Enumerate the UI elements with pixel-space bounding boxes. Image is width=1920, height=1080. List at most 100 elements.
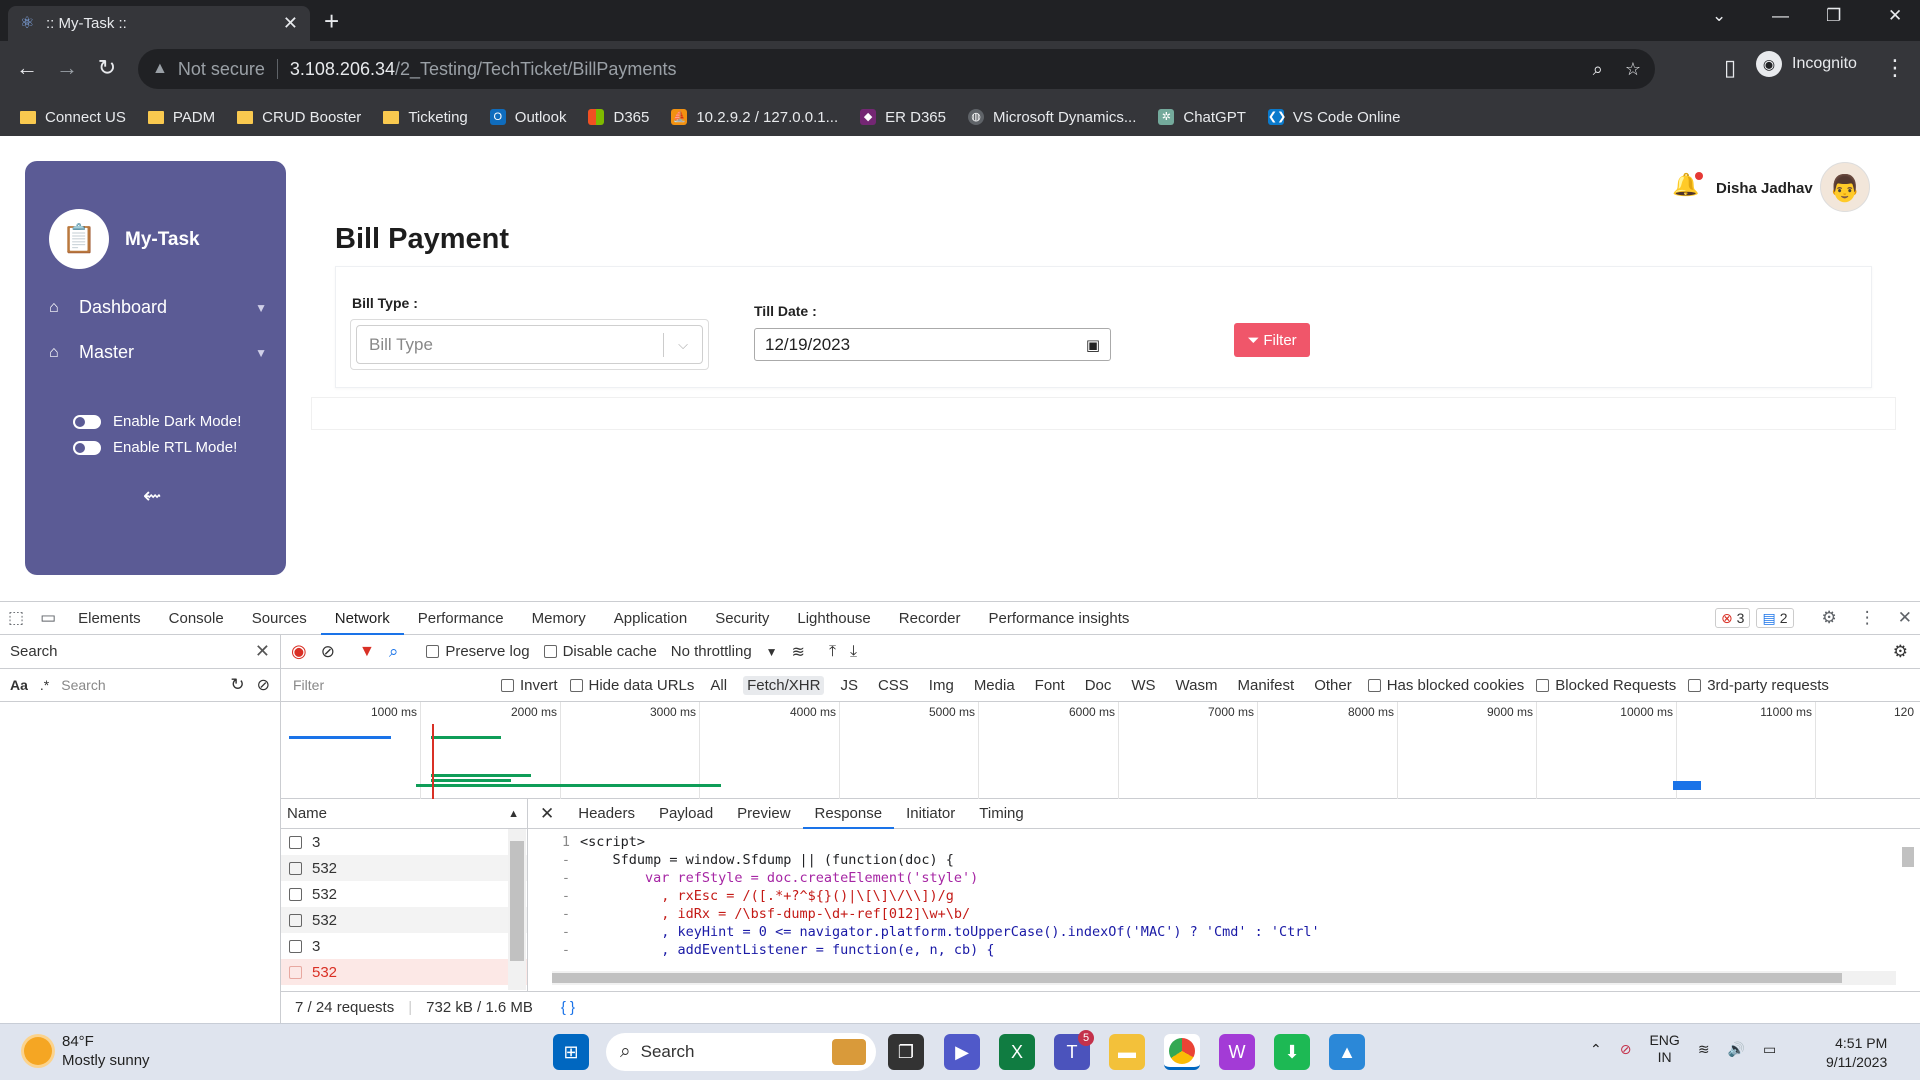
filter-type-other[interactable]: Other: [1310, 676, 1356, 695]
close-window-button[interactable]: ✕: [1888, 6, 1902, 26]
language[interactable]: ENG: [1649, 1032, 1679, 1049]
minimize-button[interactable]: —: [1772, 6, 1789, 26]
bookmark-er-d365[interactable]: ◆ ER D365: [860, 109, 946, 126]
filter-type-js[interactable]: JS: [836, 676, 862, 695]
refresh-icon[interactable]: ↻: [230, 675, 244, 695]
blocked-requests-checkbox[interactable]: Blocked Requests: [1536, 677, 1676, 694]
bookmark-vscode-online[interactable]: ❮❯ VS Code Online: [1267, 109, 1400, 126]
checkbox[interactable]: [289, 861, 302, 875]
hide-data-urls-checkbox[interactable]: Hide data URLs: [569, 677, 694, 694]
disable-cache-checkbox[interactable]: Disable cache: [543, 643, 657, 660]
filter-input[interactable]: Filter: [289, 673, 489, 697]
filter-type-doc[interactable]: Doc: [1081, 676, 1116, 695]
windows-start-icon[interactable]: ⊞: [553, 1034, 589, 1070]
filter-type-font[interactable]: Font: [1031, 676, 1069, 695]
zoom-icon[interactable]: ⌕: [1593, 59, 1603, 80]
checkbox[interactable]: [501, 678, 514, 692]
sidebar-item-dashboard[interactable]: ⌂ Dashboard ▼: [49, 297, 267, 318]
request-list-scrollbar[interactable]: [508, 829, 526, 990]
reload-button[interactable]: ↻: [92, 55, 122, 81]
excel-icon[interactable]: X: [999, 1034, 1035, 1070]
bookmark-phpmyadmin[interactable]: ⛵ 10.2.9.2 / 127.0.0.1...: [671, 109, 838, 126]
task-view-icon[interactable]: ❐: [888, 1034, 924, 1070]
collapse-sidebar-icon[interactable]: ⇜: [143, 483, 161, 509]
toggle-switch[interactable]: [73, 414, 101, 429]
close-detail-icon[interactable]: ✕: [528, 804, 566, 824]
region[interactable]: IN: [1649, 1049, 1679, 1066]
checkbox[interactable]: [543, 645, 557, 658]
detail-tab-response[interactable]: Response: [802, 799, 895, 829]
clock[interactable]: 4:51 PM 9/11/2023: [1826, 1034, 1887, 1072]
devtools-tab-console[interactable]: Console: [155, 602, 238, 635]
search-icon[interactable]: ⌕: [389, 642, 399, 662]
caret-down-icon[interactable]: ▼: [766, 645, 778, 659]
forward-button[interactable]: →: [52, 55, 82, 81]
filter-type-media[interactable]: Media: [970, 676, 1019, 695]
weather-widget[interactable]: 84°F Mostly sunny: [24, 1032, 150, 1070]
close-icon[interactable]: ✕: [255, 641, 270, 662]
network-settings-icon[interactable]: ⚙: [1893, 642, 1908, 662]
regex-button[interactable]: .*: [40, 677, 49, 693]
toggle-switch[interactable]: [73, 440, 101, 455]
detail-tab-preview[interactable]: Preview: [725, 799, 802, 829]
bookmark-chatgpt[interactable]: ✲ ChatGPT: [1158, 109, 1246, 126]
bookmark-outlook[interactable]: O Outlook: [489, 109, 566, 126]
not-secure-label[interactable]: Not secure: [178, 59, 265, 80]
devtools-tab-memory[interactable]: Memory: [518, 602, 600, 635]
bookmark-crud-booster[interactable]: CRUD Booster: [237, 109, 361, 126]
devtools-tab-recorder[interactable]: Recorder: [885, 602, 975, 635]
throttling-select[interactable]: No throttling: [671, 643, 752, 660]
match-case-button[interactable]: Aa: [10, 677, 28, 693]
download-manager-icon[interactable]: ⬇: [1274, 1034, 1310, 1070]
record-icon[interactable]: ◉: [291, 641, 307, 662]
devtools-tab-network[interactable]: Network: [320, 602, 404, 635]
checkbox[interactable]: [1367, 678, 1381, 692]
bell-icon[interactable]: 🔔: [1672, 172, 1704, 198]
invert-checkbox[interactable]: Invert: [501, 677, 558, 694]
meet-icon[interactable]: ▶: [944, 1034, 980, 1070]
bookmark-microsoft-dynamics[interactable]: ◍ Microsoft Dynamics...: [968, 109, 1136, 126]
chevron-up-icon[interactable]: ⌃: [1590, 1041, 1602, 1058]
bookmark-d365[interactable]: D365: [588, 109, 649, 126]
device-toolbar-icon[interactable]: ▭: [32, 608, 64, 628]
new-tab-button[interactable]: +: [324, 6, 339, 36]
upload-icon[interactable]: ⤒: [829, 643, 836, 661]
code-horizontal-scrollbar[interactable]: [552, 971, 1896, 985]
avatar[interactable]: 👨: [1820, 162, 1870, 212]
checkbox[interactable]: [1688, 678, 1702, 692]
side-panel-icon[interactable]: ▯: [1715, 55, 1745, 81]
filter-type-fetch-xhr[interactable]: Fetch/XHR: [743, 675, 825, 695]
third-party-checkbox[interactable]: 3rd-party requests: [1688, 677, 1829, 694]
request-row[interactable]: 532: [281, 855, 527, 881]
request-row[interactable]: 3: [281, 933, 527, 959]
search-input[interactable]: Search: [61, 677, 201, 693]
filter-type-manifest[interactable]: Manifest: [1234, 676, 1299, 695]
file-explorer-icon[interactable]: ▬: [1109, 1034, 1145, 1070]
filter-funnel-icon[interactable]: ▼: [359, 643, 375, 661]
photos-icon[interactable]: ▲: [1329, 1034, 1365, 1070]
calendar-icon[interactable]: ▣: [1086, 336, 1100, 354]
menu-kebab-icon[interactable]: ⋮: [1880, 55, 1910, 81]
name-column-header[interactable]: Name ▲: [281, 799, 527, 829]
request-row[interactable]: 532: [281, 881, 527, 907]
detail-tab-payload[interactable]: Payload: [647, 799, 725, 829]
browser-tab[interactable]: ⚛ :: My-Task :: ✕: [8, 6, 310, 41]
sort-icon[interactable]: ▲: [508, 808, 519, 820]
teams-icon[interactable]: T5: [1054, 1030, 1094, 1070]
checkbox[interactable]: [289, 887, 302, 901]
request-row-error[interactable]: 532: [281, 959, 527, 985]
devtools-tab-performance-insights[interactable]: Performance insights: [974, 602, 1143, 635]
close-tab-icon[interactable]: ✕: [283, 13, 298, 34]
wps-icon[interactable]: W: [1219, 1034, 1255, 1070]
close-devtools-icon[interactable]: ✕: [1890, 608, 1920, 628]
checkbox[interactable]: [289, 965, 302, 979]
checkbox[interactable]: [289, 835, 302, 849]
blocked-cookies-checkbox[interactable]: Has blocked cookies: [1367, 677, 1524, 694]
address-bar[interactable]: ▲ Not secure 3.108.206.34 /2_Testing/Tec…: [138, 49, 1655, 89]
rtl-mode-toggle[interactable]: Enable RTL Mode!: [73, 439, 237, 456]
restore-button[interactable]: ❐: [1826, 6, 1841, 26]
bill-type-select[interactable]: Bill Type ⌵: [356, 325, 703, 364]
checkbox[interactable]: [1536, 678, 1550, 692]
taskbar-search[interactable]: ⌕ Search: [606, 1033, 876, 1071]
devtools-tab-performance[interactable]: Performance: [404, 602, 518, 635]
